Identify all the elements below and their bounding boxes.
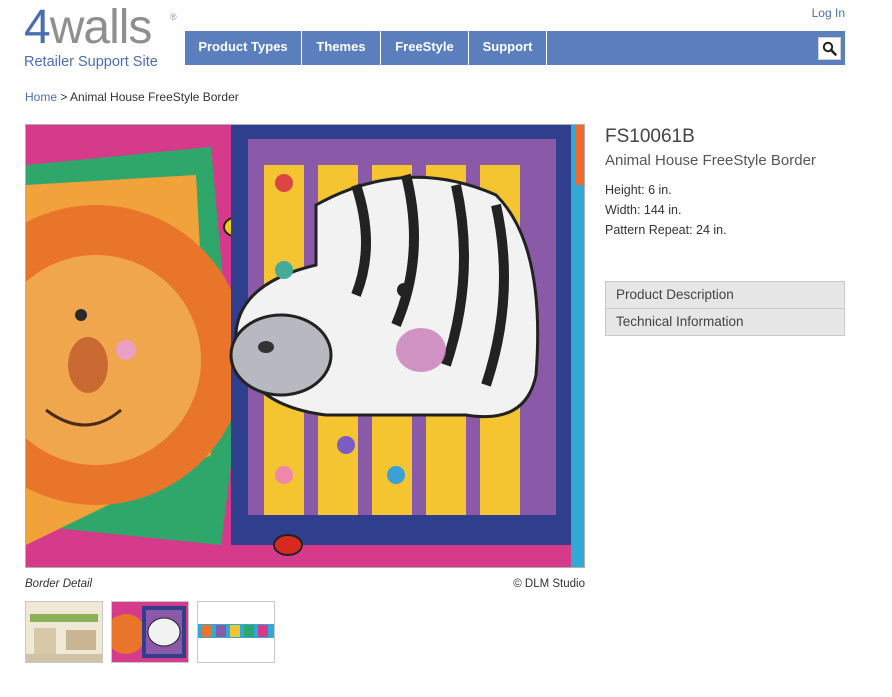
search-icon bbox=[822, 41, 837, 56]
thumbnail-room-view[interactable] bbox=[25, 601, 103, 663]
image-caption: Border Detail bbox=[25, 578, 93, 590]
logo-subtitle: Retailer Support Site bbox=[24, 54, 158, 70]
spec-height: Height: 6 in. bbox=[605, 183, 672, 197]
breadcrumb-current: Animal House FreeStyle Border bbox=[70, 90, 239, 104]
breadcrumb: Home > Animal House FreeStyle Border bbox=[25, 90, 239, 104]
brand-logo[interactable]: 4walls ® Retailer Support Site bbox=[24, 1, 177, 71]
nav-item-themes[interactable]: Themes bbox=[302, 31, 381, 65]
detail-thumbnail-image bbox=[112, 602, 188, 662]
breadcrumb-separator: > bbox=[57, 90, 71, 104]
registered-mark: ® bbox=[170, 12, 177, 22]
product-code: FS10061B bbox=[605, 126, 695, 147]
border-strip-thumbnail-image bbox=[198, 602, 274, 662]
accordion-product-description[interactable]: Product Description bbox=[606, 282, 844, 308]
spec-pattern-repeat: Pattern Repeat: 24 in. bbox=[605, 223, 727, 237]
room-thumbnail-image bbox=[26, 602, 102, 662]
main-nav: Product Types Themes FreeStyle Support bbox=[185, 31, 845, 65]
search-button[interactable] bbox=[818, 37, 841, 60]
login-link[interactable]: Log In bbox=[812, 6, 845, 20]
accordion-technical-information[interactable]: Technical Information bbox=[606, 308, 844, 335]
image-credit: © DLM Studio bbox=[513, 578, 585, 590]
breadcrumb-home-link[interactable]: Home bbox=[25, 90, 57, 104]
nav-item-support[interactable]: Support bbox=[469, 31, 547, 65]
product-accordion: Product Description Technical Informatio… bbox=[605, 281, 845, 336]
product-image bbox=[25, 124, 585, 568]
product-name: Animal House FreeStyle Border bbox=[605, 152, 816, 169]
logo-wordmark: 4walls bbox=[24, 1, 152, 54]
nav-item-freestyle[interactable]: FreeStyle bbox=[381, 31, 469, 65]
border-illustration bbox=[26, 125, 584, 567]
spec-width: Width: 144 in. bbox=[605, 203, 682, 217]
thumbnail-border-detail[interactable] bbox=[111, 601, 189, 663]
nav-item-product-types[interactable]: Product Types bbox=[185, 31, 302, 65]
thumbnail-full-border[interactable] bbox=[197, 601, 275, 663]
